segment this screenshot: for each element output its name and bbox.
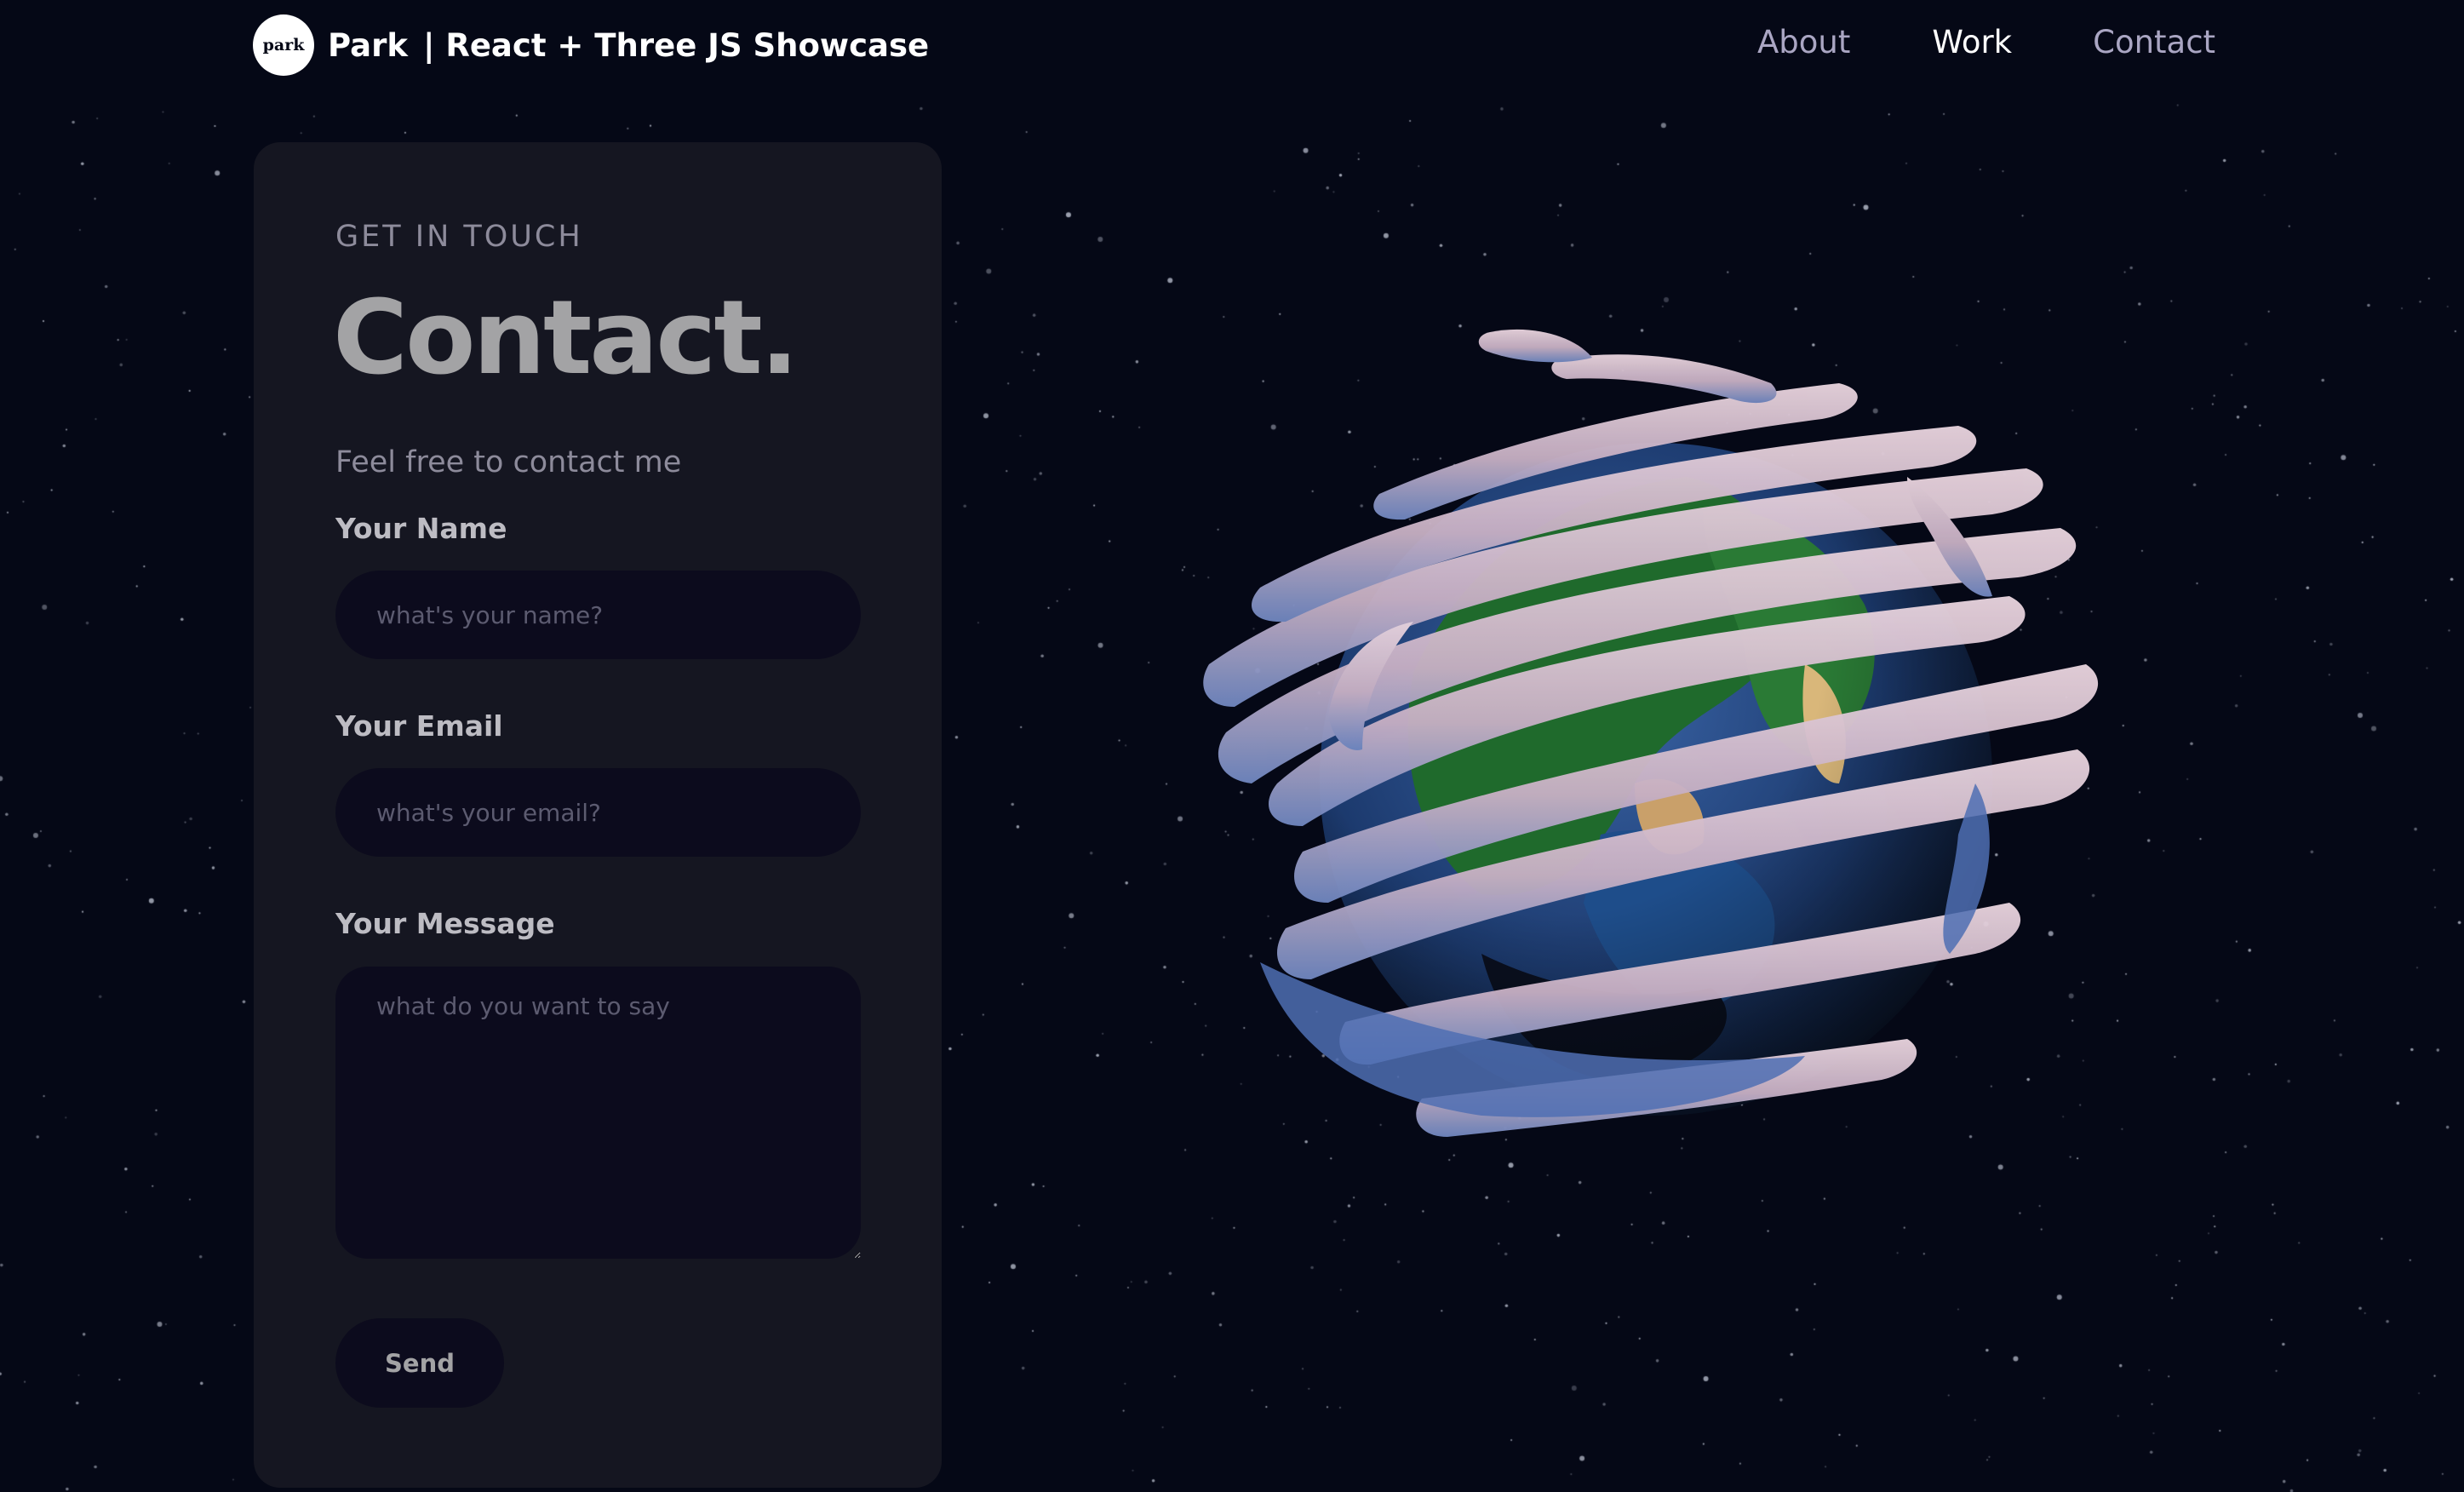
- contact-card: GET IN TOUCH Contact. Feel free to conta…: [254, 142, 942, 1488]
- name-label: Your Name: [335, 512, 507, 545]
- intro-text: Feel free to contact me: [335, 445, 682, 479]
- brand-subtitle: | React + Three JS Showcase: [422, 26, 930, 64]
- nav-link-work[interactable]: Work: [1932, 24, 2012, 60]
- message-textarea[interactable]: [335, 967, 861, 1259]
- section-subtitle: GET IN TOUCH: [335, 220, 583, 254]
- name-input[interactable]: [335, 571, 861, 659]
- park-logo-icon: park: [253, 14, 314, 76]
- email-input[interactable]: [335, 768, 861, 857]
- nav-links: About Work Contact: [1757, 24, 2215, 60]
- brand-name: Park: [328, 26, 408, 64]
- email-label: Your Email: [335, 709, 503, 743]
- brand-link[interactable]: park Park | React + Three JS Showcase: [253, 14, 929, 76]
- send-button[interactable]: Send: [335, 1318, 504, 1408]
- section-title: Contact.: [333, 279, 799, 398]
- message-label: Your Message: [335, 907, 555, 940]
- navbar: park Park | React + Three JS Showcase Ab…: [0, 0, 2464, 104]
- nav-link-contact[interactable]: Contact: [2093, 24, 2215, 60]
- earth-globe-icon[interactable]: [1158, 307, 2146, 1260]
- nav-link-about[interactable]: About: [1757, 24, 1850, 60]
